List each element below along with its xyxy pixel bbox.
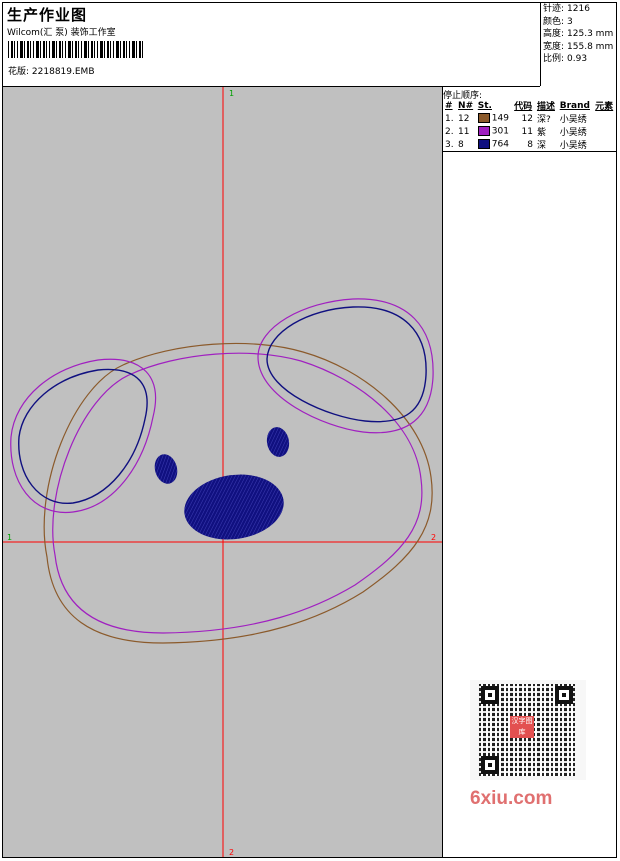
- row-element: [593, 138, 616, 152]
- col-number: N#: [458, 100, 474, 111]
- stat-label: 比例:: [543, 54, 565, 64]
- row-code: 11: [521, 126, 533, 137]
- right-ear-outer: [257, 298, 434, 434]
- row-index: 1.: [445, 113, 454, 124]
- page-title: 生产作业图: [7, 6, 88, 24]
- left-ear-outer: [10, 358, 157, 514]
- row-brand: 小吴绣: [559, 115, 587, 125]
- marker-right: 2: [431, 533, 436, 542]
- qr-code: 汉字图库: [470, 680, 586, 780]
- table-header-row: # N# St. 代码 描述 Brand 元素: [443, 99, 616, 113]
- col-index: #: [445, 100, 453, 111]
- right-eye: [266, 427, 290, 457]
- row-element: [593, 125, 616, 138]
- subtitle: Wilcom(汇 泵) 装饰工作室: [7, 28, 116, 38]
- stat-colors: 颜色: 3: [541, 16, 617, 29]
- stat-value: 0.93: [567, 54, 588, 64]
- row-index: 3.: [445, 139, 454, 150]
- row-code: 12: [521, 113, 533, 124]
- row-number: 8: [458, 139, 464, 150]
- row-description: 紫: [536, 128, 546, 138]
- stat-label: 高度:: [543, 29, 565, 39]
- qr-finder: [481, 686, 499, 704]
- stat-value: 125.3 mm: [567, 29, 614, 39]
- col-stitches: St.: [477, 100, 492, 111]
- row-description: 深: [536, 141, 546, 151]
- col-code: 代码: [514, 102, 533, 112]
- row-index: 2.: [445, 126, 454, 137]
- color-swatch: [477, 139, 490, 150]
- marker-left: 1: [7, 533, 12, 542]
- left-ear-inner: [18, 368, 148, 504]
- design-name-line: 花版: 2218819.EMB: [8, 64, 95, 77]
- stat-value: 155.8 mm: [567, 41, 614, 52]
- stat-width: 宽度: 155.8 mm: [541, 41, 617, 54]
- col-brand: Brand: [559, 100, 590, 111]
- row-stitches: 301: [476, 125, 512, 138]
- marker-top: 1: [229, 89, 234, 98]
- stat-height: 高度: 125.3 mm: [541, 28, 617, 41]
- design-label: 花版:: [8, 67, 30, 77]
- header: 生产作业图 Wilcom(汇 泵) 装饰工作室 花版: 2218819.EMB: [3, 3, 540, 87]
- row-number: 12: [458, 113, 470, 124]
- table-row: 1. 12 149 12 深? 小吴绣: [443, 112, 616, 125]
- row-element: [593, 112, 616, 125]
- color-swatch: [477, 113, 490, 124]
- qr-finder: [555, 686, 573, 704]
- row-number: 11: [458, 126, 470, 137]
- color-swatch: [477, 126, 490, 137]
- col-description: 描述: [536, 102, 555, 112]
- qr-finder: [481, 756, 499, 774]
- table-row: 2. 11 301 11 紫 小吴绣: [443, 125, 616, 138]
- row-stitch-count: 149: [491, 113, 509, 124]
- left-eye: [154, 454, 178, 484]
- row-brand: 小吴绣: [559, 128, 587, 138]
- marker-bottom: 2: [229, 848, 234, 857]
- stat-label: 颜色:: [543, 16, 565, 27]
- barcode: [8, 41, 144, 58]
- row-stitches: 149: [476, 112, 512, 125]
- stats-panel: 针迹: 1216 颜色: 3 高度: 125.3 mm 宽度: 155.8 mm 比例:…: [540, 3, 617, 86]
- table-row: 3. 8 764 8 深 小吴绣: [443, 138, 616, 152]
- stat-scale: 比例: 0.93: [541, 53, 617, 66]
- row-description: 深?: [536, 115, 551, 125]
- qr-logo: 汉字图库: [510, 716, 534, 738]
- row-stitch-count: 764: [491, 139, 509, 150]
- col-element: 元素: [595, 102, 614, 112]
- color-sequence-table: # N# St. 代码 描述 Brand 元素 1. 12 149 12 深? …: [443, 99, 616, 152]
- design-name: 2218819.EMB: [31, 67, 95, 77]
- row-stitches: 764: [476, 138, 512, 152]
- stat-label: 宽度:: [543, 41, 565, 52]
- row-stitch-count: 301: [491, 126, 509, 137]
- watermark: 6xiu.com: [470, 788, 553, 809]
- embroidery-preview: 1 1 2 2: [3, 87, 442, 857]
- stat-value: 1216: [567, 4, 590, 14]
- row-brand: 小吴绣: [559, 141, 587, 151]
- nose: [184, 474, 284, 540]
- design-canvas: 1 1 2 2: [3, 87, 443, 857]
- stat-stitches: 针迹: 1216: [541, 3, 617, 16]
- row-code: 8: [527, 139, 533, 150]
- stat-label: 针迹:: [543, 4, 565, 14]
- stat-value: 3: [567, 16, 573, 27]
